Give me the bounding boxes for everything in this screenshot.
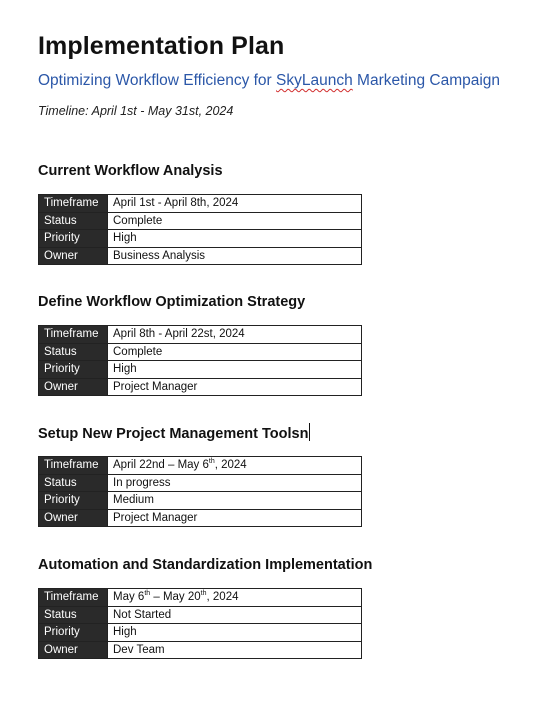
row-label: Status	[38, 605, 108, 625]
subtitle-prefix: Optimizing Workflow Efficiency for	[38, 72, 277, 89]
row-label: Timeframe	[38, 588, 108, 607]
row-value: Medium	[107, 491, 362, 510]
table-row: Priority High	[38, 229, 362, 248]
row-label: Status	[38, 473, 108, 493]
row-value: Dev Team	[107, 640, 362, 660]
text-cursor	[309, 423, 311, 441]
row-label: Priority	[38, 623, 108, 642]
section-automation-standardization: Automation and Standardization Implement…	[38, 555, 373, 660]
table-row: Status Complete	[38, 211, 362, 231]
details-table: Timeframe April 22nd – May 6th, 2024 Stat…	[38, 456, 362, 528]
row-value: Complete	[107, 211, 362, 231]
section-heading-text: Setup New Project Management Toolsn	[38, 426, 309, 442]
row-value-part: May 6	[113, 591, 145, 604]
row-value: Project Manager	[107, 377, 362, 397]
row-value: In progress	[107, 473, 362, 493]
section-heading: Automation and Standardization Implement…	[38, 557, 373, 573]
table-row: Owner Business Analysis	[38, 246, 362, 266]
row-label: Timeframe	[38, 325, 108, 344]
row-label: Owner	[38, 246, 108, 266]
row-label: Priority	[38, 229, 108, 248]
row-value: High	[107, 360, 362, 379]
table-row: Priority High	[38, 360, 362, 379]
document-title: Implementation Plan	[38, 32, 285, 60]
details-table: Timeframe April 1st - April 8th, 2024 Sta…	[38, 194, 362, 266]
row-label: Priority	[38, 491, 108, 510]
row-value: High	[107, 229, 362, 248]
row-label: Timeframe	[38, 194, 108, 213]
row-label: Status	[38, 342, 108, 362]
row-value: May 6th – May 20th, 2024	[107, 588, 362, 607]
table-row: Owner Dev Team	[38, 640, 362, 660]
table-row: Priority High	[38, 623, 362, 642]
row-value: Not Started	[107, 605, 362, 625]
row-label: Owner	[38, 508, 108, 528]
section-heading: Define Workflow Optimization Strategy	[38, 294, 306, 310]
table-row: Status In progress	[38, 473, 362, 493]
row-value: Business Analysis	[107, 246, 362, 266]
row-value: April 8th - April 22st, 2024	[107, 325, 362, 344]
section-define-optimization-strategy: Define Workflow Optimization Strategy Ti…	[38, 292, 362, 397]
section-current-workflow-analysis: Current Workflow Analysis Timeframe April…	[38, 161, 362, 266]
table-row: Timeframe April 1st - April 8th, 2024	[38, 194, 362, 213]
row-value: High	[107, 623, 362, 642]
table-row: Priority Medium	[38, 491, 362, 510]
row-label: Owner	[38, 640, 108, 660]
subtitle-suffix: Marketing Campaign	[352, 72, 501, 89]
row-value-part: , 2024	[206, 591, 239, 604]
document-timeline: Timeline: April 1st - May 31st, 2024	[38, 104, 234, 118]
table-row: Status Not Started	[38, 605, 362, 625]
table-row: Timeframe April 22nd – May 6th, 2024	[38, 456, 362, 475]
row-label: Owner	[38, 377, 108, 397]
details-table: Timeframe May 6th – May 20th, 2024 Status…	[38, 588, 362, 660]
row-label: Priority	[38, 360, 108, 379]
section-heading[interactable]: Setup New Project Management Toolsn	[38, 423, 362, 447]
row-value-part: , 2024	[214, 459, 247, 472]
row-value: Project Manager	[107, 508, 362, 528]
table-row: Owner Project Manager	[38, 508, 362, 528]
details-table: Timeframe April 8th - April 22st, 2024 St…	[38, 325, 362, 397]
section-setup-project-management-tools: Setup New Project Management Toolsn Time…	[38, 423, 362, 528]
document-page: Implementation Plan Optimizing Workflow …	[0, 0, 549, 710]
row-value: Complete	[107, 342, 362, 362]
table-row: Status Complete	[38, 342, 362, 362]
table-row: Timeframe May 6th – May 20th, 2024	[38, 588, 362, 607]
row-value: April 1st - April 8th, 2024	[107, 194, 362, 213]
row-value: April 22nd – May 6th, 2024	[107, 456, 362, 475]
row-label: Status	[38, 211, 108, 231]
table-row: Timeframe April 8th - April 22st, 2024	[38, 325, 362, 344]
table-row: Owner Project Manager	[38, 377, 362, 397]
row-value-part: April 22nd – May 6	[113, 459, 209, 472]
section-heading: Current Workflow Analysis	[38, 163, 223, 179]
row-value-part: – May 20	[150, 591, 201, 604]
row-label: Timeframe	[38, 456, 108, 475]
subtitle-brand-misspelled[interactable]: SkyLaunch	[276, 72, 353, 89]
document-subtitle: Optimizing Workflow Efficiency for SkyLa…	[38, 72, 500, 90]
